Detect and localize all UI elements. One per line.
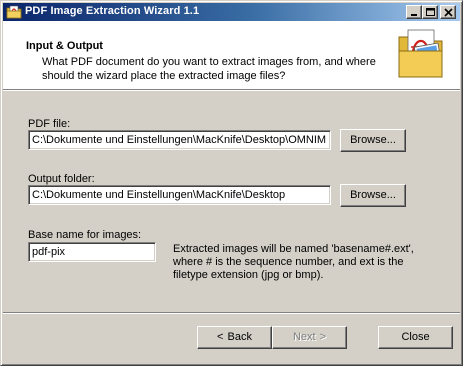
back-arrow-icon: <	[217, 331, 224, 343]
output-folder-input[interactable]: C:\Dokumente und Einstellungen\MacKnife\…	[28, 185, 331, 205]
header-images-folder-icon	[398, 29, 443, 78]
output-folder-browse-button[interactable]: Browse...	[340, 184, 406, 207]
minimize-icon	[411, 14, 417, 16]
minimize-button[interactable]	[406, 5, 422, 19]
page-description: What PDF document do you want to extract…	[42, 56, 376, 82]
back-label: Back	[227, 331, 252, 343]
base-name-label: Base name for images:	[28, 229, 142, 241]
page-title: Input & Output	[26, 40, 103, 52]
base-name-value: pdf-pix	[32, 246, 66, 258]
pdf-file-value: C:\Dokumente und Einstellungen\MacKnife\…	[32, 134, 327, 146]
base-name-input[interactable]: pdf-pix	[28, 242, 156, 262]
next-label: Next	[292, 331, 316, 343]
title-bar[interactable]: PDF Image Extraction Wizard 1.1	[3, 3, 460, 21]
footer-separator	[3, 312, 460, 314]
pdf-file-input[interactable]: C:\Dokumente und Einstellungen\MacKnife\…	[28, 130, 331, 150]
pdf-file-label: PDF file:	[28, 118, 71, 130]
maximize-button[interactable]	[422, 5, 438, 19]
output-folder-value: C:\Dokumente und Einstellungen\MacKnife\…	[32, 189, 286, 201]
window-title: PDF Image Extraction Wizard 1.1	[25, 5, 200, 17]
wizard-window: PDF Image Extraction Wizard 1.1 Input & …	[0, 0, 463, 366]
wizard-header: Input & Output What PDF document do you …	[3, 21, 460, 89]
close-label: Close	[401, 331, 430, 343]
maximize-icon	[426, 8, 435, 16]
close-window-button[interactable]	[440, 5, 456, 19]
close-icon	[444, 8, 453, 17]
browse-label: Browse...	[350, 134, 396, 146]
browse-label: Browse...	[350, 189, 396, 201]
pdf-file-browse-button[interactable]: Browse...	[340, 129, 406, 152]
naming-info-text: Extracted images will be named 'basename…	[173, 243, 414, 281]
next-button[interactable]: Next >	[272, 326, 347, 349]
output-folder-label: Output folder:	[28, 173, 95, 185]
back-button[interactable]: < Back	[197, 326, 272, 349]
header-separator	[3, 89, 460, 91]
close-button[interactable]: Close	[378, 326, 453, 349]
next-arrow-icon: >	[319, 331, 327, 343]
app-pdf-icon	[6, 5, 22, 19]
